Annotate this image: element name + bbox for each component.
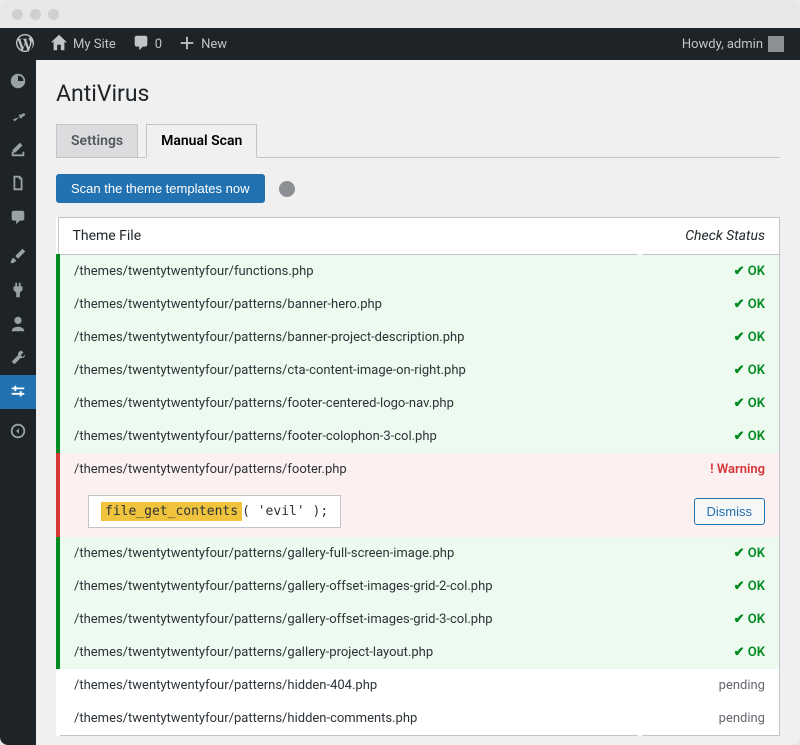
avatar-icon [768,36,784,52]
admin-bar: My Site 0 New Howdy, admin [0,28,800,60]
window-dot [30,9,41,20]
status-cell: ✔ OK [640,255,780,289]
table-row: /themes/twentytwentyfour/functions.php✔ … [58,255,780,289]
table-row: /themes/twentytwentyfour/patterns/cta-co… [58,354,780,387]
status-cell: ! Warning [640,453,780,486]
menu-users[interactable] [0,307,36,341]
wordpress-icon [16,34,34,55]
home-icon [50,34,68,55]
table-row: /themes/twentytwentyfour/patterns/galler… [58,603,780,636]
menu-pages[interactable] [0,166,36,200]
wrench-icon [9,349,27,367]
status-cell: ✔ OK [640,603,780,636]
col-check-status: Check Status [640,218,780,255]
file-path: /themes/twentytwentyfour/patterns/footer… [58,453,640,486]
file-path: /themes/twentytwentyfour/patterns/banner… [58,288,640,321]
menu-plugins[interactable] [0,273,36,307]
plus-icon [178,34,196,55]
site-name-menu[interactable]: My Site [42,28,124,60]
page-title: AntiVirus [56,60,780,119]
table-row: /themes/twentytwentyfour/patterns/hidden… [58,669,780,702]
table-row: /themes/twentytwentyfour/patterns/banner… [58,288,780,321]
status-cell: ✔ OK [640,354,780,387]
tab-manual-scan[interactable]: Manual Scan [146,124,257,158]
status-cell: ✔ OK [640,288,780,321]
new-content-menu[interactable]: New [170,28,235,60]
tab-bar: Settings Manual Scan [56,119,780,158]
menu-comments[interactable] [0,200,36,234]
status-cell: ✔ OK [640,537,780,570]
table-row: /themes/twentytwentyfour/patterns/footer… [58,453,780,486]
my-account-menu[interactable]: Howdy, admin [674,28,792,60]
dashboard-icon [9,72,27,90]
comments-menu[interactable]: 0 [124,28,170,60]
menu-collapse[interactable] [0,414,36,448]
window-dot [12,9,23,20]
new-label: New [201,37,227,52]
status-cell: ✔ OK [640,420,780,453]
table-row: /themes/twentytwentyfour/patterns/galler… [58,537,780,570]
scan-results-table: Theme File Check Status /themes/twentytw… [56,217,780,736]
file-path: /themes/twentytwentyfour/patterns/cta-co… [58,354,640,387]
comment-icon [132,34,150,55]
status-cell: ✔ OK [640,636,780,669]
menu-dashboard[interactable] [0,64,36,98]
plugin-icon [9,281,27,299]
status-cell: ✔ OK [640,570,780,603]
table-row: /themes/twentytwentyfour/patterns/hidden… [58,702,780,736]
status-cell: ✔ OK [640,387,780,420]
spinner-icon [279,181,295,197]
file-path: /themes/twentytwentyfour/patterns/galler… [58,537,640,570]
menu-antivirus[interactable] [0,375,36,409]
table-row: /themes/twentytwentyfour/patterns/footer… [58,420,780,453]
file-path: /themes/twentytwentyfour/patterns/footer… [58,420,640,453]
table-row: /themes/twentytwentyfour/patterns/banner… [58,321,780,354]
table-row: /themes/twentytwentyfour/patterns/galler… [58,570,780,603]
collapse-icon [9,422,27,440]
warning-code-cell: file_get_contents( 'evil' ); [58,486,640,537]
comments-icon [9,208,27,226]
window-dot [48,9,59,20]
scan-button[interactable]: Scan the theme templates now [56,174,265,203]
menu-appearance[interactable] [0,239,36,273]
status-cell: pending [640,669,780,702]
file-path: /themes/twentytwentyfour/patterns/galler… [58,636,640,669]
admin-sidebar [0,60,36,745]
pages-icon [9,174,27,192]
tab-settings[interactable]: Settings [56,124,138,157]
status-cell: pending [640,702,780,736]
dismiss-cell: Dismiss [640,486,780,537]
file-path: /themes/twentytwentyfour/patterns/footer… [58,387,640,420]
main-content: AntiVirus Settings Manual Scan Scan the … [36,60,800,745]
code-highlight: file_get_contents [101,502,242,521]
browser-chrome [0,0,800,28]
col-theme-file: Theme File [58,218,640,255]
file-path: /themes/twentytwentyfour/patterns/galler… [58,603,640,636]
brush-icon [9,247,27,265]
warning-detail-row: file_get_contents( 'evil' ); Dismiss [58,486,780,537]
menu-posts[interactable] [0,98,36,132]
comments-count: 0 [155,37,162,52]
file-path: /themes/twentytwentyfour/patterns/hidden… [58,702,640,736]
media-icon [9,140,27,158]
status-cell: ✔ OK [640,321,780,354]
file-path: /themes/twentytwentyfour/functions.php [58,255,640,289]
howdy-text: Howdy, admin [682,37,763,52]
file-path: /themes/twentytwentyfour/patterns/banner… [58,321,640,354]
site-name: My Site [73,37,116,52]
pin-icon [9,106,27,124]
user-icon [9,315,27,333]
menu-media[interactable] [0,132,36,166]
wp-logo-menu[interactable] [8,28,42,60]
table-row: /themes/twentytwentyfour/patterns/galler… [58,636,780,669]
dismiss-button[interactable]: Dismiss [694,498,766,525]
sliders-icon [9,383,27,401]
code-snippet: file_get_contents( 'evil' ); [88,495,341,528]
menu-tools[interactable] [0,341,36,375]
file-path: /themes/twentytwentyfour/patterns/hidden… [58,669,640,702]
table-row: /themes/twentytwentyfour/patterns/footer… [58,387,780,420]
file-path: /themes/twentytwentyfour/patterns/galler… [58,570,640,603]
